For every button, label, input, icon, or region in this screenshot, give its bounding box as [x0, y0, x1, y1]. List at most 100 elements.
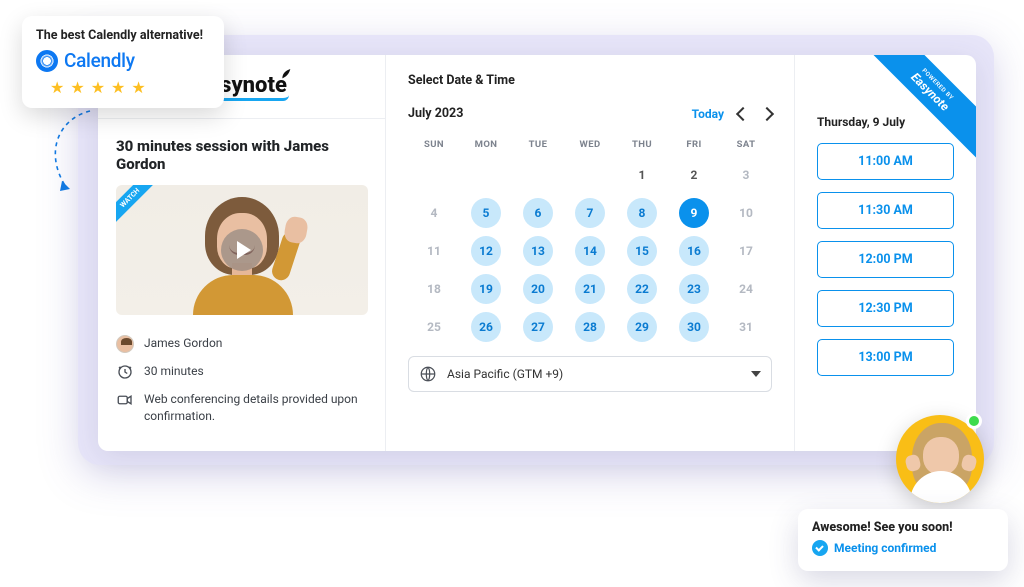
chevron-down-icon [751, 371, 761, 377]
calendar-cell: 21 [564, 274, 616, 304]
calendly-brand-text: Calendly [64, 49, 135, 72]
calendar-cell: 26 [460, 312, 512, 342]
play-icon[interactable] [221, 229, 263, 271]
calendar-day: 1 [627, 160, 657, 190]
calendar-cell: 7 [564, 198, 616, 228]
globe-icon [419, 365, 437, 383]
callout-arrow-icon [38, 109, 108, 199]
calendar-cell: 1 [616, 160, 668, 190]
calendar-day-available[interactable]: 6 [523, 198, 553, 228]
calendar-cell [460, 160, 512, 190]
calendar-cell: 13 [512, 236, 564, 266]
calendar-day-available[interactable]: 22 [627, 274, 657, 304]
today-button[interactable]: Today [692, 107, 724, 121]
session-info-column: Easynote 30 minutes session with James G… [98, 55, 386, 451]
star-icon: ★ [70, 78, 84, 97]
calendar-day-available[interactable]: 30 [679, 312, 709, 342]
calendar-cell: 24 [720, 274, 772, 304]
calendar-cell: 17 [720, 236, 772, 266]
timeslot-button[interactable]: 12:30 PM [817, 290, 954, 327]
calendar-day-available[interactable]: 20 [523, 274, 553, 304]
dow-cell: WED [564, 139, 616, 150]
calendar-day-available[interactable]: 12 [471, 236, 501, 266]
calendar-cell [408, 160, 460, 190]
confirmation-popover: Awesome! See you soon! Meeting confirmed [798, 509, 1008, 571]
calendar-header: July 2023 Today [408, 106, 772, 121]
calendar-day-available[interactable]: 28 [575, 312, 605, 342]
calendar-day-available[interactable]: 16 [679, 236, 709, 266]
timeslot-button[interactable]: 11:00 AM [817, 143, 954, 180]
calendar-cell: 15 [616, 236, 668, 266]
calendar-cell: 29 [616, 312, 668, 342]
calendar-cell: 30 [668, 312, 720, 342]
calendar-cell [564, 160, 616, 190]
calendar-day-available[interactable]: 8 [627, 198, 657, 228]
location-text: Web conferencing details provided upon c… [144, 391, 367, 425]
calendar-cell: 25 [408, 312, 460, 342]
calendar-day-available[interactable]: 15 [627, 236, 657, 266]
calendar-day: 24 [731, 274, 761, 304]
calendar-day-available[interactable]: 23 [679, 274, 709, 304]
calendar-day-available[interactable]: 7 [575, 198, 605, 228]
calendar-cell: 6 [512, 198, 564, 228]
calendar-cell: 12 [460, 236, 512, 266]
calendar-day: 18 [419, 274, 449, 304]
calendar-cell: 19 [460, 274, 512, 304]
dow-cell: FRI [668, 139, 720, 150]
star-icon: ★ [91, 78, 105, 97]
calendar-cell: 4 [408, 198, 460, 228]
clock-icon [116, 363, 134, 381]
calendar-cell [512, 160, 564, 190]
calendar-day: 31 [731, 312, 761, 342]
session-meta-list: James Gordon 30 minutes Web conferencing… [98, 315, 385, 445]
calendar-day-selected[interactable]: 9 [679, 198, 709, 228]
timeslot-button[interactable]: 12:00 PM [817, 241, 954, 278]
calendar-day-available[interactable]: 19 [471, 274, 501, 304]
dow-cell: SAT [720, 139, 772, 150]
calendar-column: Select Date & Time July 2023 Today SUNMO… [386, 55, 794, 451]
intro-video[interactable]: WATCH [116, 185, 368, 315]
star-icon: ★ [50, 78, 64, 97]
calendar-day-available[interactable]: 14 [575, 236, 605, 266]
calendar-cell: 5 [460, 198, 512, 228]
dow-cell: SUN [408, 139, 460, 150]
calendar-cell: 10 [720, 198, 772, 228]
star-icon: ★ [131, 78, 145, 97]
calendly-brand: Calendly [36, 49, 210, 72]
calendar-day-available[interactable]: 5 [471, 198, 501, 228]
calendar-day-available[interactable]: 27 [523, 312, 553, 342]
calendar-cell: 9 [668, 198, 720, 228]
host-avatar-icon [116, 335, 134, 353]
calendar-day-available[interactable]: 13 [523, 236, 553, 266]
calendar-day-available[interactable]: 21 [575, 274, 605, 304]
star-rating: ★ ★ ★ ★ ★ [36, 78, 210, 97]
dow-cell: MON [460, 139, 512, 150]
selected-date-header: Thursday, 9 July [817, 115, 954, 129]
prev-month-button[interactable] [736, 106, 750, 120]
duration-row: 30 minutes [116, 363, 367, 381]
calendar-cell: 28 [564, 312, 616, 342]
confirmation-status: Meeting confirmed [834, 541, 936, 555]
calendar-day-available[interactable]: 29 [627, 312, 657, 342]
location-row: Web conferencing details provided upon c… [116, 391, 367, 425]
host-row: James Gordon [116, 335, 367, 353]
timeslot-button[interactable]: 13:00 PM [817, 339, 954, 376]
video-camera-icon [116, 391, 134, 409]
watch-ribbon: WATCH [116, 185, 163, 231]
calendar-cell: 3 [720, 160, 772, 190]
calendar-day: 10 [731, 198, 761, 228]
session-title: 30 minutes session with James Gordon [98, 119, 385, 185]
presence-indicator-icon [966, 413, 982, 429]
calendar-cell: 2 [668, 160, 720, 190]
calendar-cell: 16 [668, 236, 720, 266]
calendar-cell: 11 [408, 236, 460, 266]
timezone-label: Asia Pacific (GTM +9) [447, 367, 563, 381]
calendar-day-available[interactable]: 26 [471, 312, 501, 342]
dow-cell: THU [616, 139, 668, 150]
next-month-button[interactable] [760, 106, 774, 120]
calendar-day: 17 [731, 236, 761, 266]
timeslot-list: 11:00 AM 11:30 AM 12:00 PM 12:30 PM 13:00 PM [817, 143, 954, 376]
calendar-day: 3 [731, 160, 761, 190]
timeslot-button[interactable]: 11:30 AM [817, 192, 954, 229]
timezone-select[interactable]: Asia Pacific (GTM +9) [408, 356, 772, 392]
